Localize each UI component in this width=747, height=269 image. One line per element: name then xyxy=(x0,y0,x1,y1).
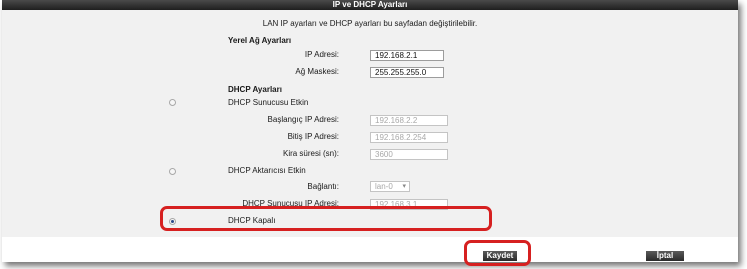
ip-address-input[interactable] xyxy=(370,50,444,61)
chevron-down-icon: ▾ xyxy=(402,183,406,190)
dhcp-server-radio[interactable] xyxy=(169,99,176,106)
start-ip-label: Başlangıç IP Adresi: xyxy=(267,115,339,124)
lease-time-label: Kira süresi (sn): xyxy=(282,149,339,158)
connection-label: Bağlantı: xyxy=(307,182,339,191)
end-ip-label: Bitiş IP Adresi: xyxy=(287,132,339,141)
settings-panel: IP ve DHCP Ayarları LAN IP ayarları ve D… xyxy=(2,0,738,266)
dhcp-section-title: DHCP Ayarları xyxy=(228,85,282,94)
page-description: LAN IP ayarları ve DHCP ayarları bu sayf… xyxy=(262,19,478,28)
subnet-mask-label: Ağ Maskesi: xyxy=(295,67,339,76)
lan-section-title: Yerel Ağ Ayarları xyxy=(228,36,292,45)
button-bar: Kaydet İptal xyxy=(2,237,738,262)
dhcp-relay-radio[interactable] xyxy=(169,168,176,175)
dhcp-relay-option-label: DHCP Aktarıcısı Etkin xyxy=(228,166,306,175)
connection-select[interactable]: lan-0 ▾ xyxy=(370,181,410,192)
subnet-mask-input[interactable] xyxy=(370,67,444,78)
connection-select-value: lan-0 xyxy=(375,182,393,191)
page-title: IP ve DHCP Ayarları xyxy=(2,0,738,10)
start-ip-input[interactable] xyxy=(370,115,448,126)
end-ip-input[interactable] xyxy=(370,132,448,143)
cancel-button[interactable]: İptal xyxy=(646,251,684,261)
dhcp-server-option-label: DHCP Sunucusu Etkin xyxy=(228,98,309,107)
lease-time-input[interactable] xyxy=(370,149,448,160)
ip-address-label: IP Adresi: xyxy=(304,50,339,59)
save-highlight xyxy=(464,240,531,266)
dhcp-off-highlight xyxy=(160,206,492,231)
